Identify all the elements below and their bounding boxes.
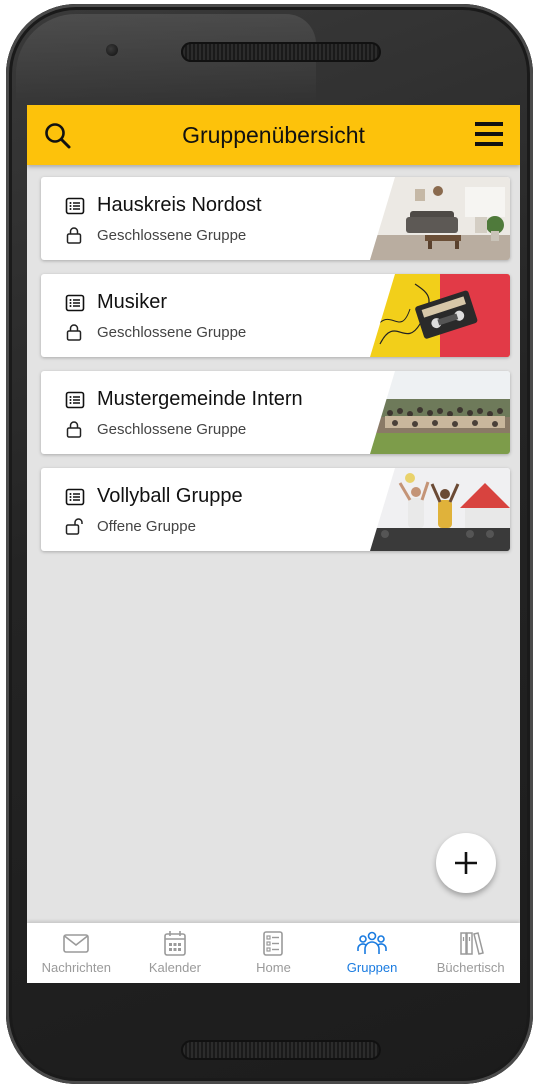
group-status: Geschlossene Gruppe — [97, 420, 247, 438]
group-status: Geschlossene Gruppe — [97, 226, 247, 244]
books-icon — [459, 932, 484, 955]
bottom-speaker — [181, 1040, 381, 1060]
group-name: Vollyball Gruppe — [97, 485, 243, 507]
nav-item-kalender[interactable]: Kalender — [126, 923, 225, 983]
hamburger-menu-icon[interactable] — [473, 119, 505, 149]
earpiece-speaker — [181, 42, 381, 62]
front-camera — [106, 44, 118, 56]
nav-label: Gruppen — [346, 960, 398, 975]
nav-label: Nachrichten — [41, 960, 111, 975]
nav-label: Büchertisch — [436, 960, 505, 975]
nav-item-gruppen[interactable]: Gruppen — [323, 923, 422, 983]
nav-item-home[interactable]: Home — [224, 923, 323, 983]
group-name: Musiker — [97, 291, 168, 313]
bottom-navigation: Nachrichten Kalender Home Gruppen Bücher… — [27, 923, 520, 983]
plus-icon — [455, 852, 477, 874]
lock-closed-icon — [66, 421, 82, 438]
list-icon — [65, 197, 85, 214]
group-card[interactable]: Hauskreis Nordost Geschlossene Gruppe — [41, 177, 510, 260]
people-icon — [357, 931, 387, 954]
volleyball-photo — [370, 468, 510, 551]
lock-closed-icon — [66, 324, 82, 341]
page-title: Gruppenübersicht — [182, 121, 365, 148]
home-list-icon — [263, 931, 284, 956]
group-photo — [370, 371, 510, 454]
list-icon — [65, 391, 85, 408]
living-room-photo — [370, 177, 510, 260]
group-card[interactable]: Musiker Geschlossene Gruppe — [41, 274, 510, 357]
nav-label: Home — [256, 960, 291, 975]
group-name: Hauskreis Nordost — [97, 194, 262, 216]
app-screen: Gruppenübersicht Hauskreis Nordost Gesch… — [27, 105, 520, 983]
group-name: Mustergemeinde Intern — [97, 388, 303, 410]
nav-label: Kalender — [148, 960, 201, 975]
add-group-button[interactable] — [436, 833, 496, 893]
app-bar: Gruppenübersicht — [27, 105, 520, 165]
calendar-icon — [164, 931, 186, 956]
list-icon — [65, 294, 85, 311]
list-icon — [65, 488, 85, 505]
group-card[interactable]: Vollyball Gruppe Offene Gruppe — [41, 468, 510, 551]
group-status: Offene Gruppe — [97, 517, 196, 535]
search-icon[interactable] — [43, 121, 73, 151]
nav-item-nachrichten[interactable]: Nachrichten — [27, 923, 126, 983]
envelope-icon — [63, 934, 90, 953]
lock-open-icon — [65, 518, 83, 535]
nav-item-buechertisch[interactable]: Büchertisch — [421, 923, 520, 983]
lock-closed-icon — [66, 227, 82, 244]
group-status: Geschlossene Gruppe — [97, 323, 247, 341]
group-card[interactable]: Mustergemeinde Intern Geschlossene Grupp… — [41, 371, 510, 454]
group-list: Hauskreis Nordost Geschlossene Gruppe Mu… — [41, 177, 510, 565]
cassette-tape-photo — [370, 274, 510, 357]
